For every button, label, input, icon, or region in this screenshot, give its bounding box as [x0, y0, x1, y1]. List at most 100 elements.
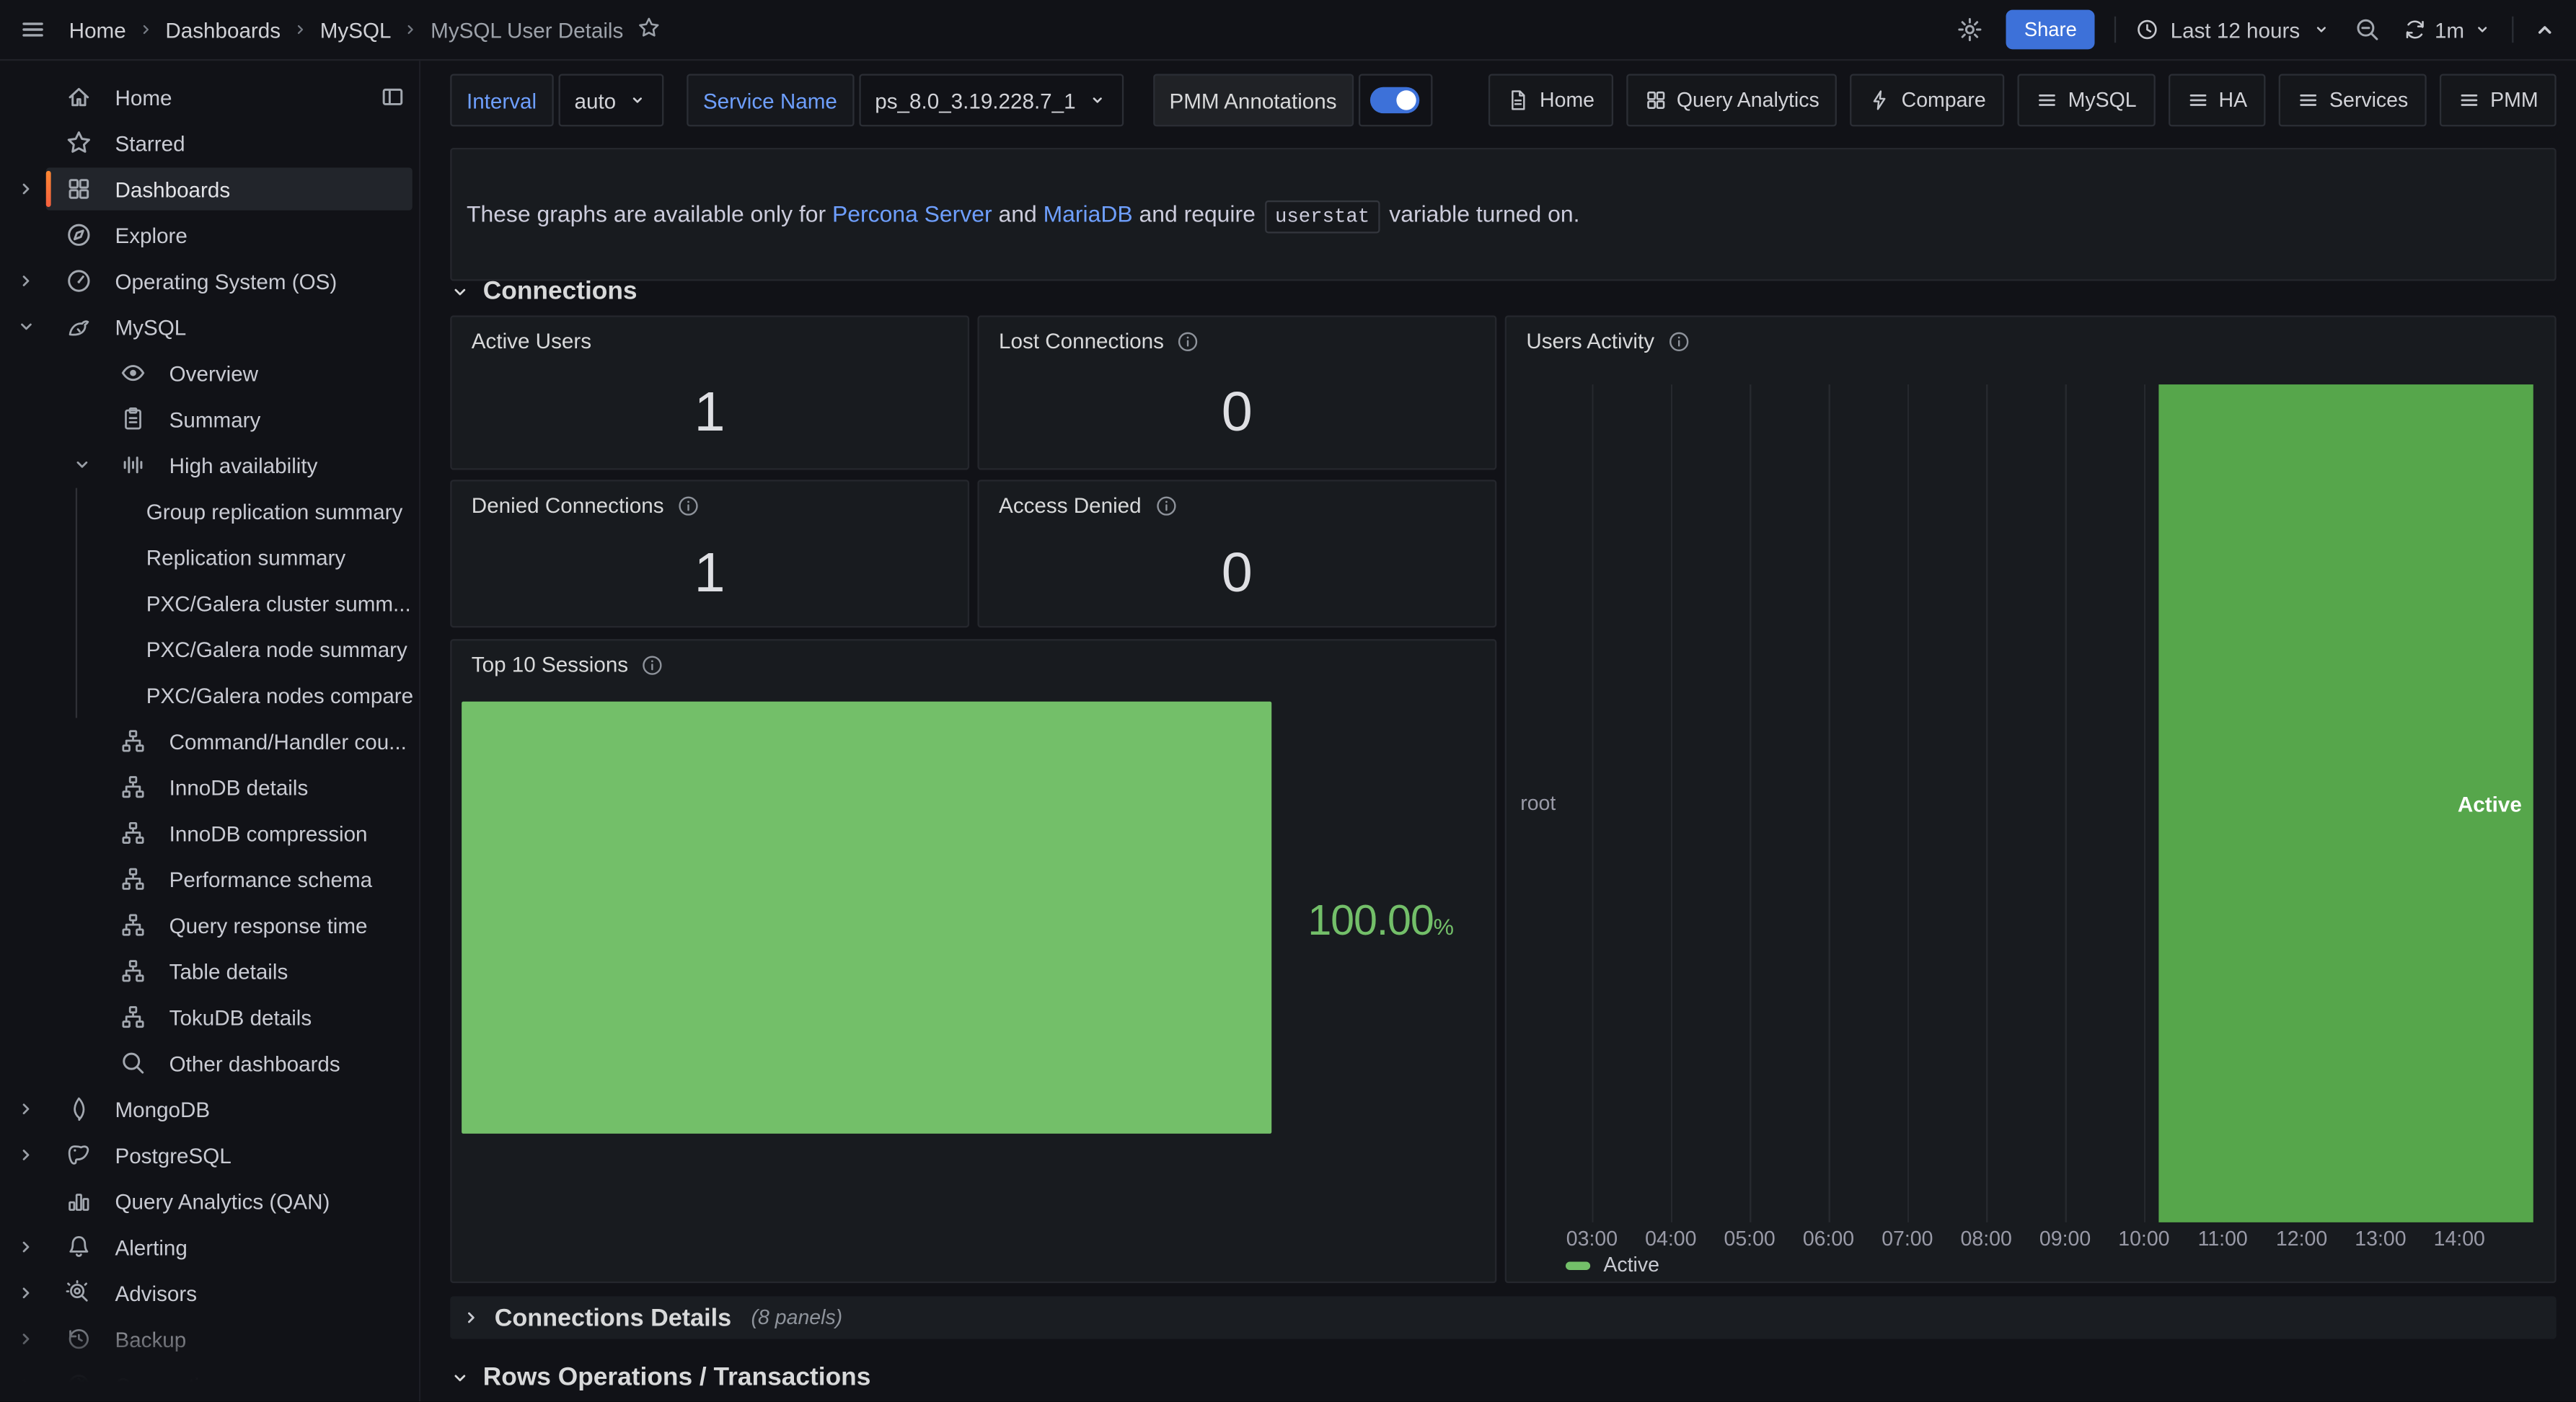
x-tick: 07:00	[1874, 1227, 1940, 1251]
sidebar-item-mysql[interactable]: MySQL	[0, 304, 419, 350]
chevron-right-icon[interactable]	[17, 179, 36, 203]
users-activity-panel[interactable]: Users Activity root Active 03:00 04:00 0…	[1505, 315, 2557, 1283]
legend[interactable]: Active	[1566, 1253, 1659, 1277]
link-button-ha[interactable]: HA	[2168, 74, 2265, 127]
sidebar-item-advisors[interactable]: Advisors	[0, 1270, 419, 1316]
sidebar-item-replication-summary[interactable]: Replication summary	[0, 534, 419, 580]
divider	[2512, 17, 2513, 43]
sidebar-item-mongodb[interactable]: MongoDB	[0, 1086, 419, 1132]
sidebar-item-alerting[interactable]: Alerting	[0, 1224, 419, 1270]
chevron-right-icon[interactable]	[17, 271, 36, 296]
sitemap-icon	[120, 774, 146, 800]
sidebar-item-overview[interactable]: Overview	[0, 350, 419, 396]
time-range-picker[interactable]: Last 12 hours	[2136, 17, 2332, 42]
sitemap-icon	[120, 728, 146, 754]
sidebar-item-pxc-galera-nodes-compare[interactable]: PXC/Galera nodes compare	[0, 672, 419, 718]
breadcrumb: Home Dashboards MySQL MySQL User Details	[69, 16, 661, 44]
sidebar-item-performance-schema[interactable]: Performance schema	[0, 856, 419, 902]
sidebar-item-connections[interactable]: Connections	[0, 1362, 419, 1402]
info-icon[interactable]	[677, 494, 700, 517]
section-row-connections-details[interactable]: Connections Details (8 panels)	[450, 1296, 2556, 1339]
chevron-right-icon[interactable]	[17, 1145, 36, 1170]
percona-server-link[interactable]: Percona Server	[832, 200, 992, 226]
sidebar-item-table-details[interactable]: Table details	[0, 948, 419, 994]
breadcrumb-dashboards[interactable]: Dashboards	[165, 17, 281, 42]
mega-menu-icon[interactable]	[19, 17, 45, 43]
sidebar-item-command-handler-counters[interactable]: Command/Handler cou...	[0, 718, 419, 764]
sidebar-item-other-dashboards[interactable]: Other dashboards	[0, 1040, 419, 1086]
sidebar-item-innodb-compression[interactable]: InnoDB compression	[0, 810, 419, 856]
sidebar-item-innodb-details[interactable]: InnoDB details	[0, 764, 419, 810]
chevron-right-icon[interactable]	[17, 1329, 36, 1354]
breadcrumb-home[interactable]: Home	[69, 17, 126, 42]
mariadb-link[interactable]: MariaDB	[1044, 200, 1133, 226]
sidebar-item-operating-system[interactable]: Operating System (OS)	[0, 258, 419, 304]
info-icon[interactable]	[1667, 330, 1690, 353]
link-button-compare[interactable]: Compare	[1851, 74, 2004, 127]
pmm-annotations-toggle[interactable]	[1358, 74, 1432, 127]
section-header-connections[interactable]: Connections	[450, 271, 637, 314]
active-state-bar[interactable]: Active	[2158, 384, 2533, 1222]
sidebar-item-label: Starred	[115, 131, 185, 155]
sidebar-item-label: Summary	[169, 407, 261, 431]
sidebar-item-starred[interactable]: Starred	[0, 120, 419, 166]
panel-title: Active Users	[472, 329, 591, 353]
link-button-home[interactable]: Home	[1488, 74, 1613, 127]
sidebar-item-query-response-time[interactable]: Query response time	[0, 902, 419, 948]
sidebar-item-pxc-galera-cluster-summary[interactable]: PXC/Galera cluster summ...	[0, 580, 419, 626]
sidebar-item-high-availability[interactable]: High availability	[0, 442, 419, 488]
service-name-variable-dropdown[interactable]: ps_8.0_3.19.228.7_1	[858, 74, 1123, 127]
chevron-right-icon[interactable]	[17, 1099, 36, 1124]
zoom-out-icon[interactable]	[2354, 17, 2380, 43]
chevron-right-icon[interactable]	[17, 1375, 36, 1400]
link-button-query-analytics[interactable]: Query Analytics	[1626, 74, 1838, 127]
sidebar-item-query-analytics[interactable]: Query Analytics (QAN)	[0, 1178, 419, 1224]
share-button[interactable]: Share	[2006, 10, 2095, 50]
sitemap-icon	[120, 1004, 146, 1030]
link-button-pmm[interactable]: PMM	[2440, 74, 2557, 127]
chevron-right-icon[interactable]	[17, 1237, 36, 1261]
breadcrumb-current-page: MySQL User Details	[431, 17, 623, 42]
collapse-toolbar-chevron-up-icon[interactable]	[2533, 18, 2557, 41]
section-header-rows-operations[interactable]: Rows Operations / Transactions	[450, 1359, 870, 1398]
stat-panel-lost-connections[interactable]: Lost Connections 0	[977, 315, 1496, 469]
sidebar-item-home[interactable]: Home	[0, 74, 419, 120]
sidebar-item-label: Query Analytics (QAN)	[115, 1189, 330, 1213]
chevron-down-icon	[450, 1369, 469, 1388]
sidebar-item-label: Operating System (OS)	[115, 268, 337, 293]
chevron-right-icon[interactable]	[17, 1283, 36, 1308]
link-button-services[interactable]: Services	[2278, 74, 2426, 127]
interval-variable-dropdown[interactable]: auto	[558, 74, 664, 127]
sidebar-item-summary[interactable]: Summary	[0, 396, 419, 442]
info-icon[interactable]	[641, 653, 664, 676]
info-icon[interactable]	[1155, 494, 1178, 517]
stat-panel-active-users[interactable]: Active Users 1	[450, 315, 969, 469]
gauge-icon	[66, 268, 92, 294]
sidebar-item-postgresql[interactable]: PostgreSQL	[0, 1132, 419, 1178]
refresh-picker[interactable]: 1m	[2404, 17, 2492, 42]
x-tick: 12:00	[2269, 1227, 2334, 1251]
link-button-mysql[interactable]: MySQL	[2017, 74, 2155, 127]
breadcrumb-mysql[interactable]: MySQL	[320, 17, 392, 42]
state-timeline-plot[interactable]: Active	[1566, 384, 2533, 1222]
stat-panel-denied-connections[interactable]: Denied Connections 1	[450, 480, 969, 627]
sidebar-item-tokudb-details[interactable]: TokuDB details	[0, 994, 419, 1040]
sidebar-item-group-replication-summary[interactable]: Group replication summary	[0, 488, 419, 534]
sessions-bar-root[interactable]	[462, 702, 1271, 1134]
time-range-label: Last 12 hours	[2171, 17, 2300, 42]
sidebar-item-backup[interactable]: Backup	[0, 1316, 419, 1362]
sidebar-item-explore[interactable]: Explore	[0, 212, 419, 258]
sidebar-item-pxc-galera-node-summary[interactable]: PXC/Galera node summary	[0, 626, 419, 672]
sidebar-item-label: Query response time	[169, 912, 368, 937]
dock-menu-icon[interactable]	[379, 84, 405, 110]
chevron-down-icon[interactable]	[72, 455, 92, 480]
sidebar-item-dashboards[interactable]: Dashboards	[0, 166, 419, 212]
stat-panel-access-denied[interactable]: Access Denied 0	[977, 480, 1496, 627]
favorite-star-icon[interactable]	[638, 16, 661, 44]
info-icon[interactable]	[1177, 330, 1200, 353]
sidebar-item-label: Other dashboards	[169, 1051, 340, 1075]
chevron-down-icon[interactable]	[17, 317, 36, 342]
dashboard-settings-gear-icon[interactable]	[1957, 17, 1982, 43]
x-tick: 03:00	[1559, 1227, 1625, 1251]
top-10-sessions-panel[interactable]: Top 10 Sessions 100.00 %	[450, 639, 1496, 1283]
